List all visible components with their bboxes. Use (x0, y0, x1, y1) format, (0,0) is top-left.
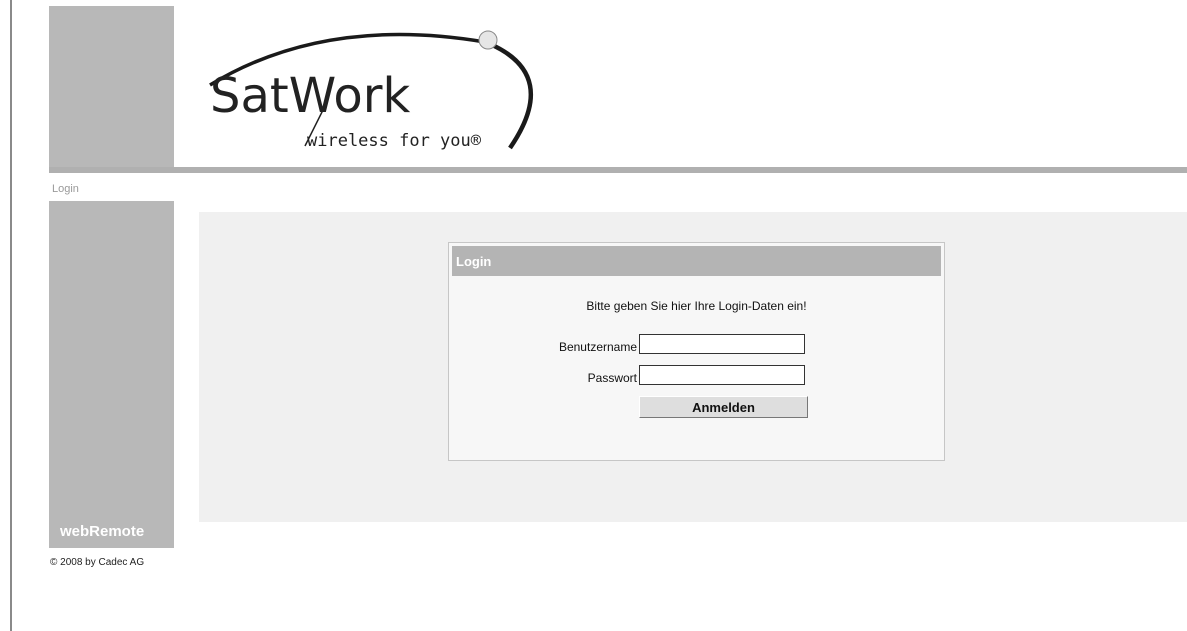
sidebar-brand: webRemote (60, 523, 145, 540)
satwork-logo: SatWork wireless for you® (209, 30, 533, 151)
left-border-line (10, 0, 12, 631)
password-input[interactable] (639, 365, 805, 385)
username-label: Benutzername (558, 340, 637, 354)
login-panel-title: Login (456, 254, 492, 269)
copyright-text: © 2008 by Cadec AG (50, 557, 145, 568)
password-label: Passwort (587, 371, 637, 385)
username-input[interactable] (639, 334, 805, 354)
breadcrumb: Login (52, 183, 79, 195)
sidebar (49, 201, 174, 548)
sidebar-header-block (49, 6, 174, 168)
login-panel: Login Bitte geben Sie hier Ihre Login-Da… (448, 242, 945, 461)
svg-text:SatWork: SatWork (210, 68, 410, 124)
login-instruction: Bitte geben Sie hier Ihre Login-Daten ei… (586, 299, 807, 313)
login-button[interactable]: Anmelden (639, 396, 808, 418)
login-panel-header: Login (452, 246, 941, 276)
svg-text:wireless for you®: wireless for you® (307, 131, 482, 151)
header-divider (49, 167, 1187, 173)
